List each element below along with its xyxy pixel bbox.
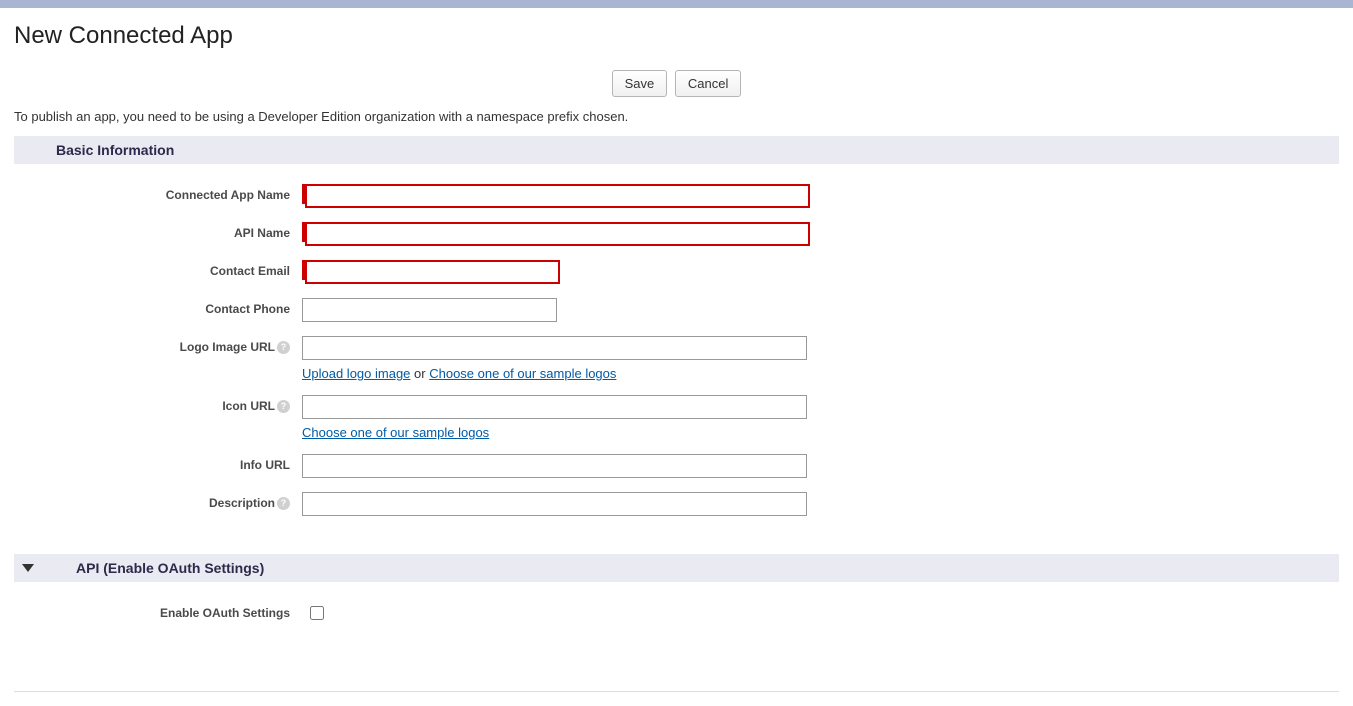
logo-image-url-label: Logo Image URL? [14,336,302,354]
top-decorative-band [0,0,1353,8]
icon-url-label: Icon URL? [14,395,302,413]
section-header-api-oauth-text: API (Enable OAuth Settings) [76,560,264,576]
upload-logo-image-link[interactable]: Upload logo image [302,366,410,381]
info-url-label: Info URL [14,454,302,472]
logo-image-url-label-text: Logo Image URL [180,340,275,354]
icon-url-input[interactable] [302,395,807,419]
enable-oauth-settings-label: Enable OAuth Settings [14,602,302,620]
info-url-input[interactable] [302,454,807,478]
bottom-divider [14,691,1339,692]
help-icon[interactable]: ? [277,341,290,354]
api-oauth-form: Enable OAuth Settings [14,582,1339,661]
action-button-row: Save Cancel [14,70,1339,97]
publish-intro-text: To publish an app, you need to be using … [14,109,1339,124]
contact-phone-input[interactable] [302,298,557,322]
contact-phone-label: Contact Phone [14,298,302,316]
help-icon[interactable]: ? [277,497,290,510]
basic-information-form: Connected App Name API Name Contact Emai… [14,164,1339,554]
connected-app-name-input[interactable] [305,184,810,208]
help-icon[interactable]: ? [277,400,290,413]
section-header-basic-information: Basic Information [14,136,1339,164]
icon-url-label-text: Icon URL [222,399,275,413]
logo-helper-or: or [414,366,426,381]
choose-sample-icon-link[interactable]: Choose one of our sample logos [302,425,489,440]
contact-email-label: Contact Email [14,260,302,278]
choose-sample-logo-link[interactable]: Choose one of our sample logos [429,366,616,381]
section-header-api-oauth[interactable]: API (Enable OAuth Settings) [14,554,1339,582]
description-label-text: Description [209,496,275,510]
api-name-input[interactable] [305,222,810,246]
page-title: New Connected App [14,22,1339,50]
cancel-button[interactable]: Cancel [675,70,741,97]
logo-image-url-input[interactable] [302,336,807,360]
logo-helper-links: Upload logo image or Choose one of our s… [302,366,807,381]
contact-email-input[interactable] [305,260,560,284]
enable-oauth-settings-checkbox[interactable] [310,606,324,620]
icon-helper-links: Choose one of our sample logos [302,425,807,440]
description-input[interactable] [302,492,807,516]
collapse-triangle-icon[interactable] [22,564,34,572]
api-name-label: API Name [14,222,302,240]
connected-app-name-label: Connected App Name [14,184,302,202]
description-label: Description? [14,492,302,510]
save-button[interactable]: Save [612,70,668,97]
